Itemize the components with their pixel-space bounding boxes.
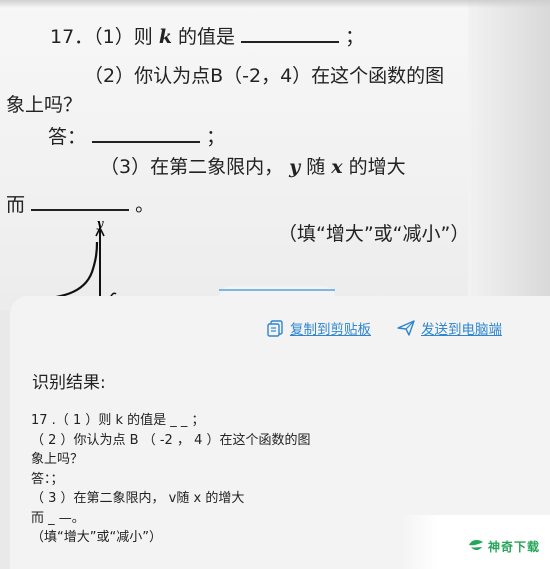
drag-handle-bar[interactable]: [219, 289, 335, 291]
photo-page-edge: [468, 0, 550, 300]
answer-blank-2: [92, 125, 201, 143]
question-6-end: 。: [135, 194, 155, 216]
watermark-logo: 神奇下载: [400, 515, 550, 569]
send-icon: [397, 320, 415, 336]
send-to-pc-button[interactable]: 发送到电脑端: [397, 318, 502, 338]
photo-preview: 17．（1）则 k 的值是 ； （2）你认为点B（-2，4）在这个函数的图 象上…: [0, 0, 550, 310]
result-line: 答：；: [31, 471, 64, 487]
question-5-mid: 随: [306, 156, 326, 178]
question-1-mid: 的值是: [178, 26, 236, 48]
question-6-prefix: 而: [6, 194, 26, 216]
watermark-text: 神奇下载: [488, 540, 541, 554]
leaf-icon: [469, 540, 483, 550]
answer-line: 答： ；: [48, 122, 225, 149]
answer-blank-3: [31, 193, 130, 211]
graph-y-label: y: [96, 218, 105, 230]
result-title: 识别结果:: [32, 373, 106, 393]
question-line-2: （2）你认为点B（-2，4）在这个函数的图: [84, 65, 445, 87]
copy-label[interactable]: 复制到剪贴板: [290, 318, 371, 338]
result-line: （ 3 ）在第二象限内， v随 x 的增大: [31, 491, 245, 506]
answer-blank-1: [241, 25, 340, 43]
result-line: 象上吗？: [31, 452, 84, 467]
copy-icon: [267, 320, 283, 337]
question-line-6: 而 。: [6, 190, 154, 217]
result-line: （填“增大”或“减小”）: [31, 530, 162, 545]
variable-y: y: [289, 156, 301, 178]
send-label[interactable]: 发送到电脑端: [421, 318, 502, 338]
result-line: 17 .（ 1 ）则 k 的值是 _ _ ；: [31, 413, 205, 428]
question-line-3: 象上吗？: [6, 94, 83, 116]
answer-label: 答：: [48, 126, 87, 148]
variable-x: x: [331, 156, 343, 178]
function-graph: y: [30, 218, 117, 304]
question-5-end: 的增大: [348, 156, 406, 178]
question-line-5: （3）在第二象限内， y 随 x 的增大: [100, 152, 406, 179]
hint-text: （填“增大”或“减小”）: [278, 223, 470, 245]
answer-end: ；: [206, 126, 226, 148]
photo-top-shadow: [0, 0, 550, 8]
result-line: 而 _ —。: [31, 510, 85, 526]
question-1-end: ；: [345, 26, 365, 48]
copy-to-clipboard-button[interactable]: 复制到剪贴板: [266, 318, 371, 338]
result-text[interactable]: 17 .（ 1 ）则 k 的值是 _ _ ； （ 2 ）你认为点 B （ -2 …: [31, 411, 310, 548]
question-5-prefix: （3）在第二象限内，: [100, 156, 284, 178]
graph-curve: [30, 241, 99, 302]
result-line: （ 2 ）你认为点 B （ -2 ， 4 ）在这个函数的图: [31, 432, 311, 448]
question-1-prefix: 17．（1）则: [50, 26, 153, 48]
question-line-1: 17．（1）则 k 的值是 ；: [50, 22, 364, 49]
variable-k: k: [158, 26, 172, 48]
